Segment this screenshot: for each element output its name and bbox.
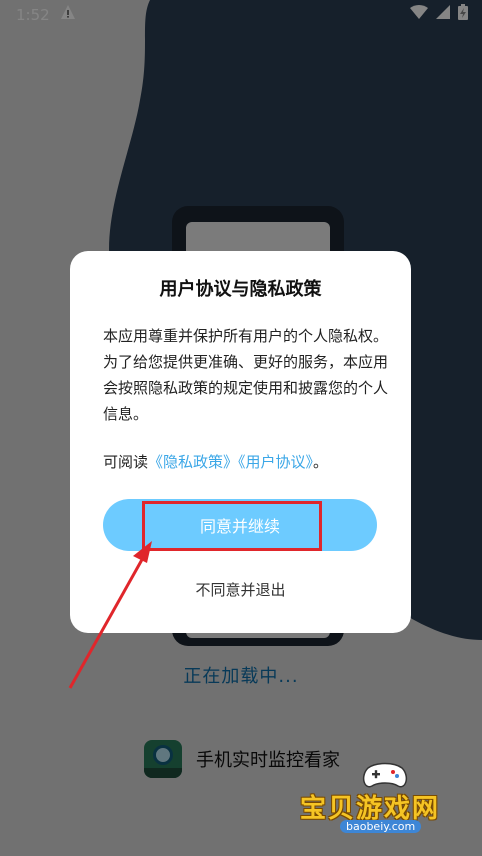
watermark-url: baobeiy.com — [340, 820, 422, 833]
gamepad-icon — [362, 762, 408, 788]
annotation-arrow — [68, 541, 152, 689]
app-screen: 正在加载中... 手机实时监控看家 1:52 用户协议与隐私政策 本应用尊重并保… — [0, 0, 482, 856]
site-watermark: 宝贝游戏网 baobeiy.com — [300, 762, 470, 842]
